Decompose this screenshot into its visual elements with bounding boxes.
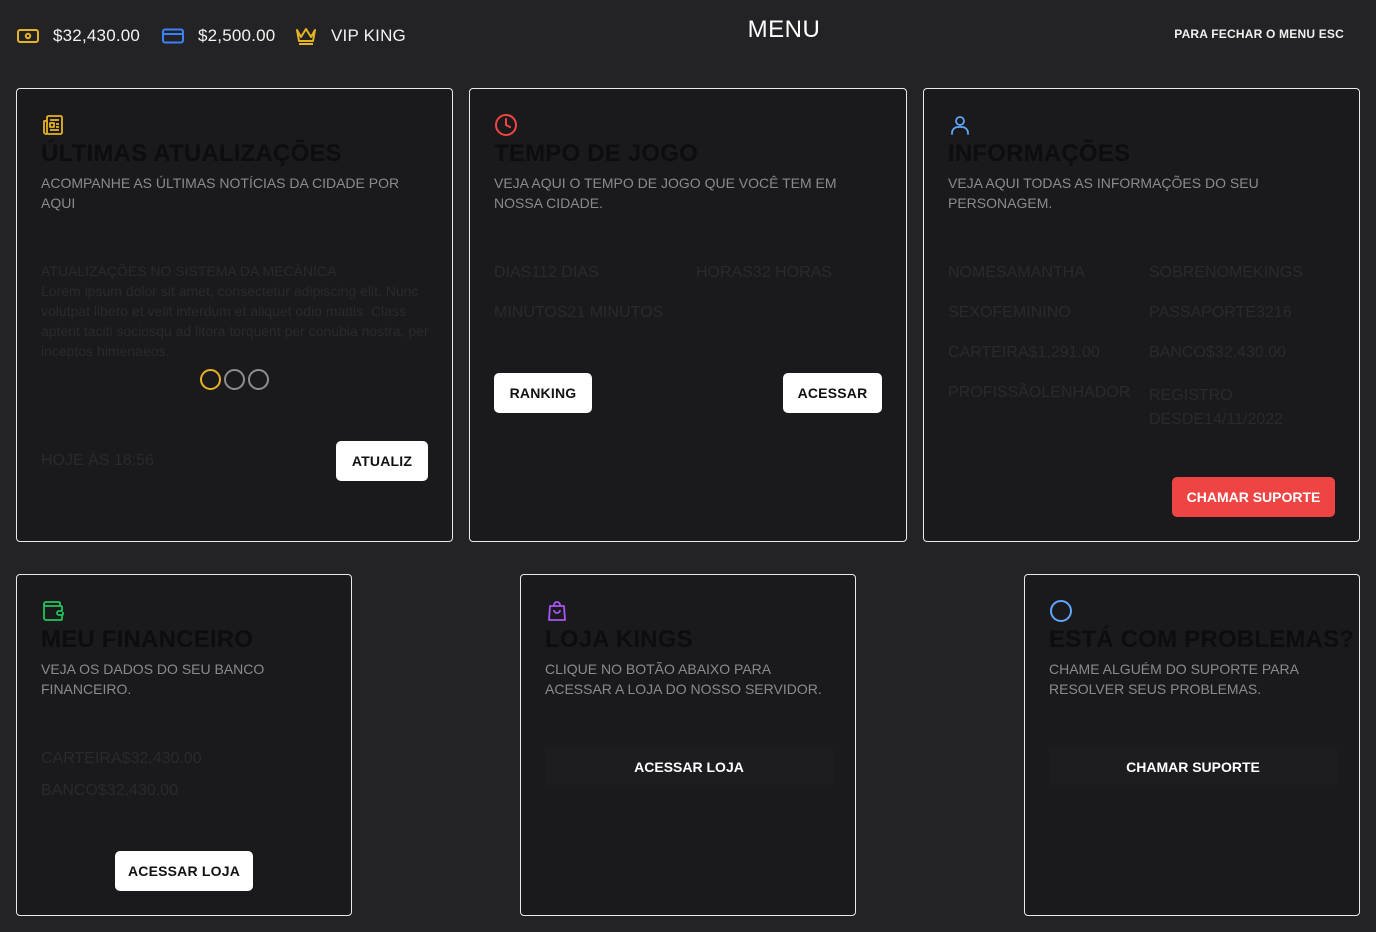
finance-access-shop-button[interactable]: ACESSAR LOJA bbox=[115, 851, 253, 891]
news-item-title: ATUALIZAÇÕES NO SISTEMA DA MECÂNICA bbox=[41, 263, 337, 279]
news-subtitle: ACOMPANHE AS ÚLTIMAS NOTÍCIAS DA CIDADE … bbox=[41, 175, 400, 211]
close-menu-hint: PARA FECHAR O MENU ESC bbox=[1174, 27, 1344, 41]
shop-subtitle: CLIQUE NO BOTÃO ABAIXO PARA ACESSAR A LO… bbox=[545, 661, 822, 697]
playtime-minutes: MINUTOS21 MINUTOS bbox=[494, 304, 664, 321]
playtime-card: TEMPO DE JOGO VEJA AQUI O TEMPO DE JOGO … bbox=[469, 88, 907, 542]
playtime-title: TEMPO DE JOGO bbox=[494, 140, 698, 167]
help-circle-icon bbox=[1050, 600, 1072, 622]
info-subtitle: VEJA AQUI TODAS AS INFORMAÇÕES DO SEU PE… bbox=[948, 175, 1259, 211]
finance-bank: BANCO$32,430.00 bbox=[41, 782, 178, 799]
finance-card: MEU FINANCEIRO VEJA OS DADOS DO SEU BANC… bbox=[16, 574, 352, 916]
top-bar: $32,430.00 $2,500.00 VIP KING MENU PARA … bbox=[0, 0, 1376, 72]
playtime-subtitle: VEJA AQUI O TEMPO DE JOGO QUE VOCÊ TEM E… bbox=[494, 175, 837, 211]
ranking-button[interactable]: RANKING bbox=[494, 373, 592, 413]
wallet-icon bbox=[43, 601, 64, 621]
help-card: ESTÁ COM PROBLEMAS? CHAME ALGUÉM DO SUPO… bbox=[1024, 574, 1360, 916]
news-date: HOJE ÀS 18:56 bbox=[41, 452, 154, 469]
info-passport: PASSAPORTE3216 bbox=[1149, 304, 1292, 321]
info-name: NOMESAMANTHA bbox=[948, 264, 1085, 281]
news-item: ATUALIZAÇÕES NO SISTEMA DA MECÂNICA Lore… bbox=[41, 261, 431, 361]
info-sex: SEXOFEMININO bbox=[948, 304, 1071, 321]
info-job: PROFISSÃOLENHADOR bbox=[948, 384, 1131, 401]
finance-title: MEU FINANCEIRO bbox=[41, 626, 254, 653]
finance-subtitle: VEJA OS DADOS DO SEU BANCO FINANCEIRO. bbox=[41, 661, 265, 697]
access-button[interactable]: ACESSAR bbox=[783, 373, 882, 413]
news-card: ÚLTIMAS ATUALIZAÇÕES ACOMPANHE AS ÚLTIMA… bbox=[16, 88, 453, 542]
info-bank: BANCO$32,430.00 bbox=[1149, 344, 1286, 361]
clock-icon bbox=[495, 114, 517, 136]
info-surname: SOBRENOMEKINGS bbox=[1149, 264, 1303, 281]
update-button[interactable]: ATUALIZ bbox=[336, 441, 428, 481]
help-title: ESTÁ COM PROBLEMAS? bbox=[1049, 626, 1355, 653]
news-item-body: Lorem ipsum dolor sit amet, consectetur … bbox=[41, 283, 429, 359]
menu-title: MENU bbox=[747, 16, 821, 43]
help-subtitle: CHAME ALGUÉM DO SUPORTE PARA RESOLVER SE… bbox=[1049, 661, 1299, 697]
shop-title: LOJA KINGS bbox=[545, 626, 693, 653]
news-title: ÚLTIMAS ATUALIZAÇÕES bbox=[41, 140, 342, 167]
finance-wallet: CARTEIRA$32,430.00 bbox=[41, 750, 202, 767]
carousel-dot-1[interactable] bbox=[200, 369, 221, 390]
carousel-dot-2[interactable] bbox=[224, 369, 245, 390]
user-icon bbox=[951, 116, 969, 135]
shop-access-button[interactable]: ACESSAR LOJA bbox=[545, 747, 833, 787]
info-registered: REGISTRO DESDE14/11/2022 bbox=[1149, 387, 1284, 428]
news-carousel-dots bbox=[200, 369, 269, 390]
newspaper-icon bbox=[43, 115, 63, 135]
call-support-button[interactable]: CHAMAR SUPORTE bbox=[1172, 477, 1335, 517]
info-wallet: CARTEIRA$1,291.00 bbox=[948, 344, 1100, 361]
info-card: INFORMAÇÕES VEJA AQUI TODAS AS INFORMAÇÕ… bbox=[923, 88, 1360, 542]
shop-card: LOJA KINGS CLIQUE NO BOTÃO ABAIXO PARA A… bbox=[520, 574, 856, 916]
carousel-dot-3[interactable] bbox=[248, 369, 269, 390]
shopping-bag-icon bbox=[548, 601, 566, 621]
info-title: INFORMAÇÕES bbox=[948, 140, 1131, 167]
help-call-support-button[interactable]: CHAMAR SUPORTE bbox=[1049, 747, 1337, 787]
playtime-hours: HORAS32 HORAS bbox=[696, 264, 833, 281]
playtime-days: DIAS112 DIAS bbox=[494, 264, 599, 281]
